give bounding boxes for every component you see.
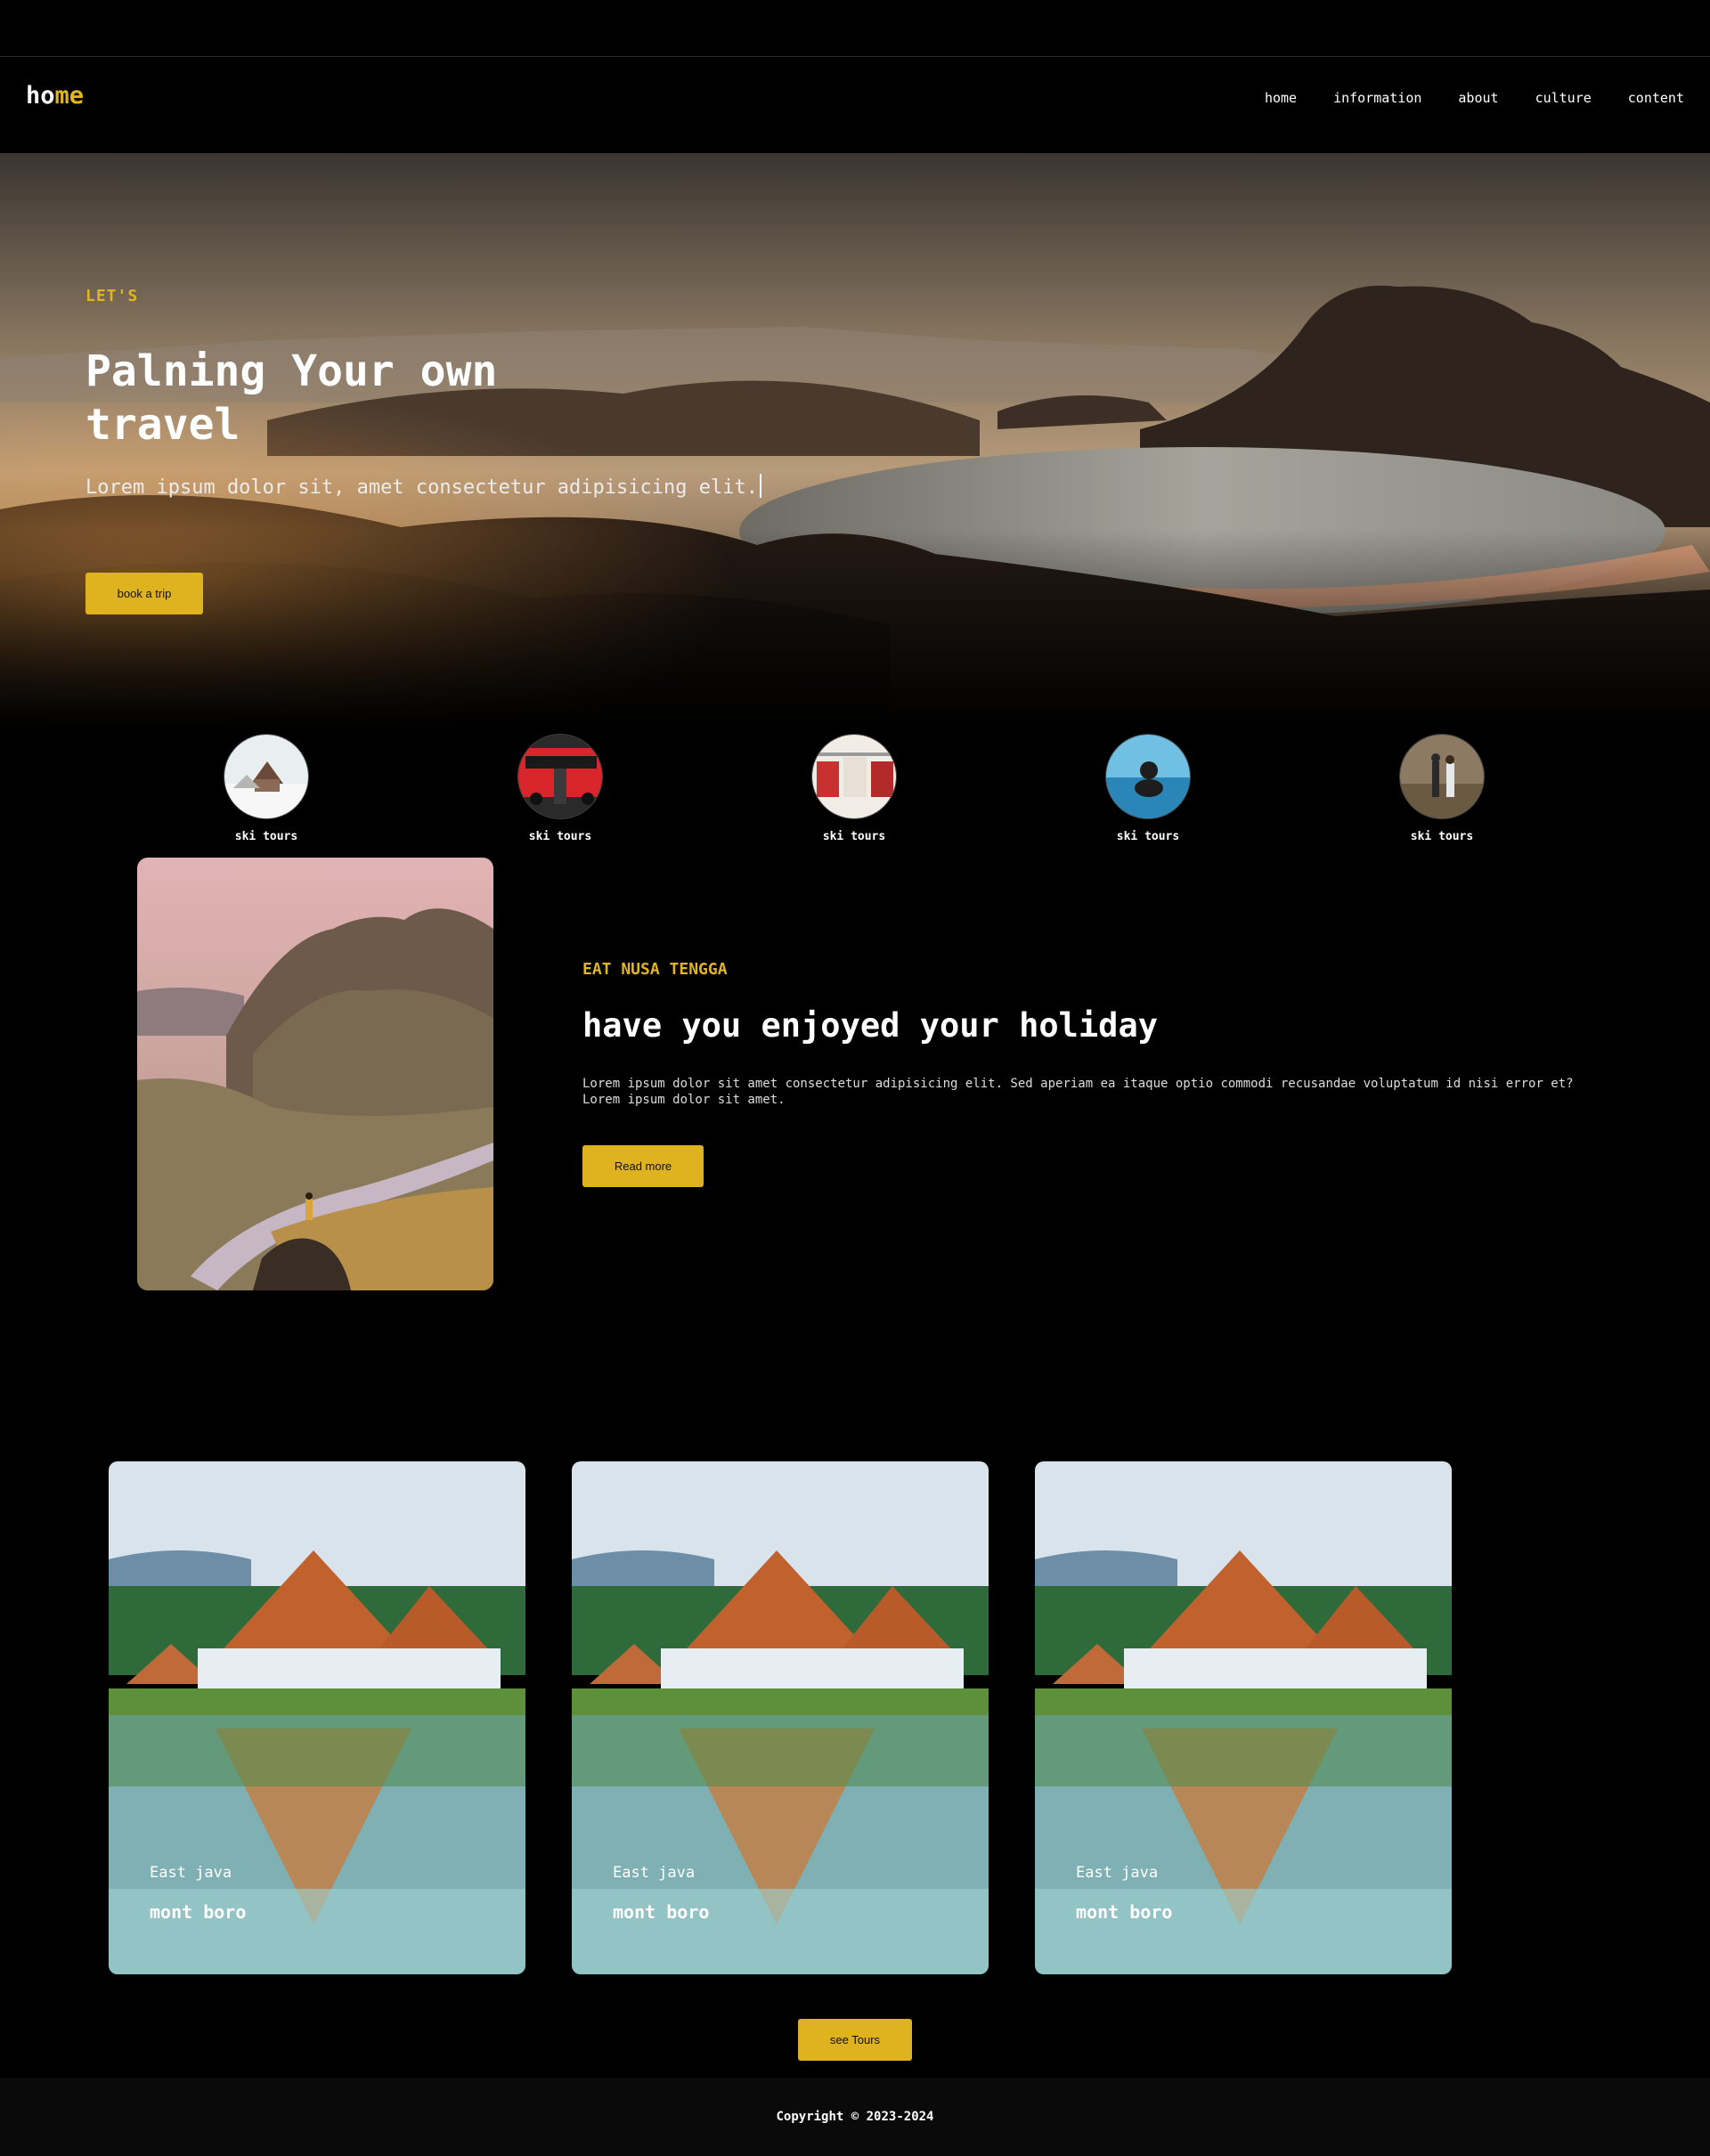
category-item[interactable]: ski tours xyxy=(507,734,614,843)
temple-water-photo xyxy=(1035,1461,1452,1974)
destination-card[interactable]: East java mont boro xyxy=(572,1461,989,1974)
card-place: mont boro xyxy=(1076,1901,1173,1923)
nav-link-about[interactable]: about xyxy=(1458,90,1498,106)
couple-walking-photo-icon xyxy=(1399,734,1485,819)
category-label: ski tours xyxy=(822,830,886,843)
navbar: home home information about culture cont… xyxy=(0,57,1710,153)
card-region: East java xyxy=(1076,1864,1159,1882)
copyright-text: Copyright © 2023-2024 xyxy=(776,2110,934,2124)
hero-title: Palning Your own travel xyxy=(86,346,498,450)
logo-part-2: me xyxy=(54,82,85,110)
destination-card[interactable]: East java mont boro xyxy=(109,1461,525,1974)
category-item[interactable]: ski tours xyxy=(213,734,320,843)
hero-section: LET'S Palning Your own travel Lorem ipsu… xyxy=(0,153,1710,732)
logo-part-1: ho xyxy=(26,82,55,110)
feature-text: Lorem ipsum dolor sit amet consectetur a… xyxy=(582,1077,1574,1107)
category-item[interactable]: ski tours xyxy=(1095,734,1201,843)
feature-mountain-image xyxy=(137,858,493,1290)
temple-water-photo xyxy=(572,1461,989,1974)
destination-card[interactable]: East java mont boro xyxy=(1035,1461,1452,1974)
red-bus-photo-icon xyxy=(517,734,603,819)
book-trip-button[interactable]: book a trip xyxy=(86,573,203,614)
card-region: East java xyxy=(150,1864,232,1882)
read-more-button[interactable]: Read more xyxy=(582,1145,704,1187)
hero-subtitle-text: Lorem ipsum dolor sit, amet consectetur … xyxy=(86,476,758,499)
nav-link-content[interactable]: content xyxy=(1628,90,1684,106)
nav-links: home information about culture content xyxy=(1265,90,1684,106)
see-tours-button[interactable]: see Tours xyxy=(798,2019,912,2061)
nav-link-culture[interactable]: culture xyxy=(1535,90,1592,106)
clothing-store-photo-icon xyxy=(811,734,897,819)
category-item[interactable]: ski tours xyxy=(801,734,908,843)
category-label: ski tours xyxy=(234,830,298,843)
card-region: East java xyxy=(613,1864,696,1882)
hero-subtitle: Lorem ipsum dolor sit, amet consectetur … xyxy=(86,474,761,499)
card-place: mont boro xyxy=(613,1901,710,1923)
feature-kicker: EAT NUSA TENGGA xyxy=(582,960,728,979)
feature-title: have you enjoyed your holiday xyxy=(582,1006,1159,1045)
top-strip xyxy=(0,0,1710,57)
temple-water-photo xyxy=(109,1461,525,1974)
nav-link-information[interactable]: information xyxy=(1333,90,1421,106)
infinity-pool-photo-icon xyxy=(1105,734,1191,819)
card-place: mont boro xyxy=(150,1901,247,1923)
category-item[interactable]: ski tours xyxy=(1388,734,1495,843)
text-caret xyxy=(759,474,761,498)
nav-link-home[interactable]: home xyxy=(1265,90,1297,106)
category-label: ski tours xyxy=(1410,830,1474,843)
category-label: ski tours xyxy=(1116,830,1180,843)
category-label: ski tours xyxy=(528,830,592,843)
hero-kicker: LET'S xyxy=(86,287,139,305)
snow-cabin-photo-icon xyxy=(224,734,309,819)
logo[interactable]: home xyxy=(26,82,84,110)
footer: Copyright © 2023-2024 xyxy=(0,2078,1710,2156)
